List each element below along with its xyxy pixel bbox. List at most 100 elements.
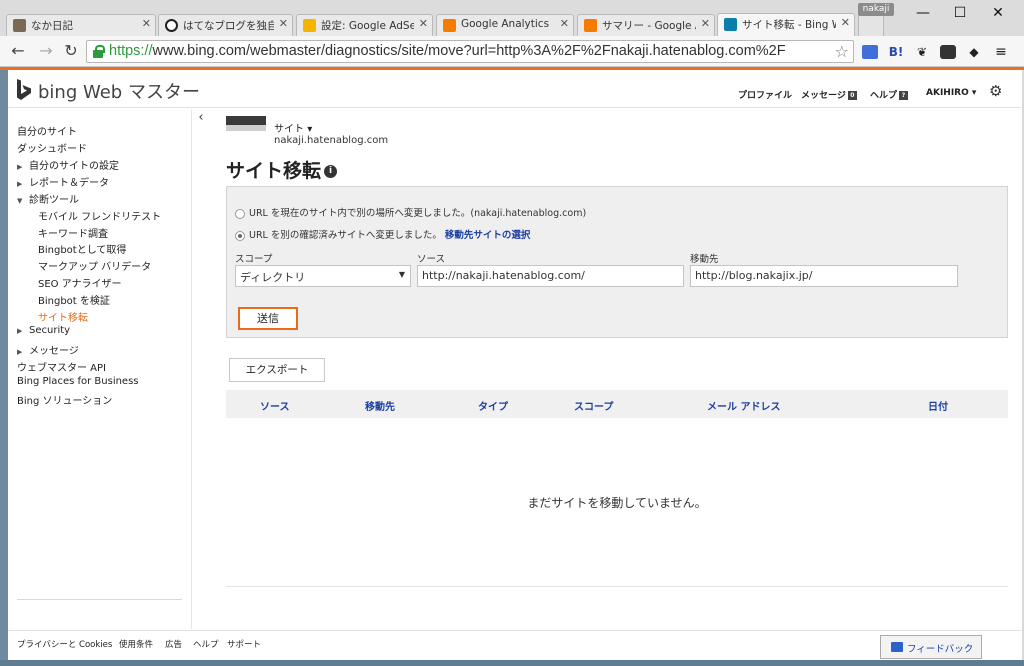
close-icon[interactable]: ✕ [701,17,710,30]
info-icon[interactable]: i [324,165,338,178]
feedback-button[interactable]: フィードバック [880,635,982,659]
tab-title: Google Analytics [461,18,550,30]
close-icon[interactable]: ✕ [560,17,569,30]
address-bar[interactable]: https://www.bing.com/webmaster/diagnosti… [86,40,854,63]
sidebar-item-keyword-research[interactable]: キーワード調査 [38,225,108,240]
reload-icon[interactable]: ↻ [61,41,81,61]
browser-tab[interactable]: はてなブログを独自ドメ ✕ [158,14,293,36]
help-link[interactable]: ヘルプ? [870,88,909,101]
sidebar-item-webmaster-api[interactable]: ウェブマスター API [17,359,106,374]
option-other-site-label: URL を別の確認済みサイトへ変更しました。 [249,230,442,241]
footer-link-help[interactable]: ヘルプ [193,638,219,650]
tab-title: なか日記 [31,20,73,32]
help-label: ヘルプ [870,91,898,101]
sidebar-item-fetch-as-bingbot[interactable]: Bingbotとして取得 [38,241,126,256]
help-icon: ? [899,91,909,100]
tab-favicon-icon [443,19,456,32]
footer-link-privacy[interactable]: プライバシーと Cookies [17,638,112,650]
page-footer: プライバシーと Cookies 使用条件 広告 ヘルプ サポート フィードバック [8,630,1022,660]
menu-icon[interactable]: ≡ [993,45,1009,59]
bookmark-icon[interactable]: B! [888,45,904,59]
sidebar-item-mobile-test[interactable]: モバイル フレンドリテスト [38,208,161,223]
minimize-icon[interactable]: — [908,5,938,23]
destination-input[interactable]: http://blog.nakajix.jp/ [690,265,958,287]
gear-icon[interactable]: ⚙ [989,82,1002,100]
sidebar-item-messages[interactable]: ▶ メッセージ [17,342,79,357]
forward-icon[interactable]: → [36,41,56,61]
column-header-source[interactable]: ソース [260,398,290,413]
feedback-label: フィードバック [907,644,974,655]
table-header: ソース 移動先 タイプ スコープ メール アドレス 日付 [226,390,1008,418]
option-same-site[interactable]: URL を現在のサイト内で別の場所へ変更しました。(nakaji.hatenab… [235,205,586,219]
pocket-icon[interactable] [940,45,956,59]
column-header-email[interactable]: メール アドレス [707,398,780,413]
sidebar-item-label: 自分のサイトの設定 [29,161,119,172]
column-header-date[interactable]: 日付 [928,398,948,413]
profile-badge[interactable]: nakaji [858,3,894,16]
messages-count-badge: 0 [847,91,857,100]
layers-icon[interactable]: ◆ [966,45,982,59]
browser-tab[interactable]: なか日記 ✕ [6,14,156,36]
sidebar-divider [17,599,182,600]
option-same-site-label: URL を現在のサイト内で別の場所へ変更しました。(nakaji.hatenab… [249,208,587,219]
sidebar-item-verify-bingbot[interactable]: Bingbot を検証 [38,292,110,307]
sidebar-item-my-sites[interactable]: 自分のサイト [17,123,77,138]
browser-tab[interactable]: 設定: Google AdSens ✕ [296,14,433,36]
sidebar-item-security[interactable]: ▶ Security [17,325,70,336]
tab-strip: なか日記 ✕ はてなブログを独自ドメ ✕ 設定: Google AdSens ✕… [0,0,1024,36]
sidebar-item-bing-places[interactable]: Bing Places for Business [17,376,139,387]
sidebar-item-dashboard[interactable]: ダッシュボード [17,140,87,155]
profile-link[interactable]: プロファイル [738,88,792,101]
sidebar-item-site-move[interactable]: サイト移転 [38,309,88,324]
expand-icon: ▶ [17,180,23,188]
submit-button[interactable]: 送信 [238,307,298,330]
tab-title: 設定: Google AdSens [321,20,414,32]
footer-link-ads[interactable]: 広告 [165,638,182,650]
tab-favicon-icon [13,19,26,32]
export-button[interactable]: エクスポート [229,358,325,382]
sidebar-item-markup-validator[interactable]: マークアップ バリデータ [38,258,151,273]
evernote-icon[interactable]: ❦ [914,45,930,59]
bookmark-star-icon[interactable]: ☆ [835,42,849,61]
option-other-site[interactable]: URL を別の確認済みサイトへ変更しました。 移動先サイトの選択 [235,227,530,241]
chevron-down-icon: ▾ [971,88,977,98]
page-title-text: サイト移転 [226,160,322,182]
close-window-icon[interactable]: ✕ [983,5,1013,23]
user-menu[interactable]: AKIHIRO ▾ [926,88,976,98]
sidebar-item-reports[interactable]: ▶ レポート＆データ [17,174,109,189]
scope-value: ディレクトリ [240,271,306,284]
close-icon[interactable]: ✕ [841,16,850,29]
sidebar-item-label: 診断ツール [29,195,79,206]
column-header-destination[interactable]: 移動先 [365,398,395,413]
scope-select[interactable]: ディレクトリ ▼ [235,265,411,287]
tab-title: サイト移転 - Bing Web [742,19,836,31]
collapse-sidebar-icon[interactable]: ‹ [194,110,208,130]
radio-other-site[interactable] [235,230,245,241]
close-icon[interactable]: ✕ [419,17,428,30]
browser-chrome: なか日記 ✕ はてなブログを独自ドメ ✕ 設定: Google AdSens ✕… [0,0,1024,70]
site-selector[interactable]: サイト ▾ [274,120,312,135]
column-header-scope[interactable]: スコープ [574,398,613,413]
messages-link[interactable]: メッセージ 0 [801,88,857,101]
sidebar-item-site-settings[interactable]: ▶ 自分のサイトの設定 [17,157,119,172]
radio-same-site[interactable] [235,208,245,219]
expand-icon: ▶ [17,163,23,171]
browser-tab-active[interactable]: サイト移転 - Bing Web ✕ [717,13,855,36]
browser-tab[interactable]: サマリー - Google Anal ✕ [577,14,715,36]
select-destination-link[interactable]: 移動先サイトの選択 [445,230,531,241]
back-icon[interactable]: ← [8,41,28,61]
footer-link-terms[interactable]: 使用条件 [119,638,153,650]
chat-icon[interactable] [862,45,878,59]
close-icon[interactable]: ✕ [279,17,288,30]
footer-link-support[interactable]: サポート [227,638,261,650]
sidebar-item-diagnostics[interactable]: ▼ 診断ツール [17,191,79,206]
sidebar-item-bing-solutions[interactable]: Bing ソリューション [17,392,112,407]
site-selector-label: サイト [274,124,304,135]
maximize-icon[interactable]: ☐ [945,5,975,23]
column-header-type[interactable]: タイプ [478,398,508,413]
sidebar-item-seo-analyzer[interactable]: SEO アナライザー [38,275,122,290]
new-tab-button[interactable] [858,14,884,36]
close-icon[interactable]: ✕ [142,17,151,30]
browser-tab[interactable]: Google Analytics ✕ [436,14,574,36]
source-input[interactable]: http://nakaji.hatenablog.com/ [417,265,684,287]
